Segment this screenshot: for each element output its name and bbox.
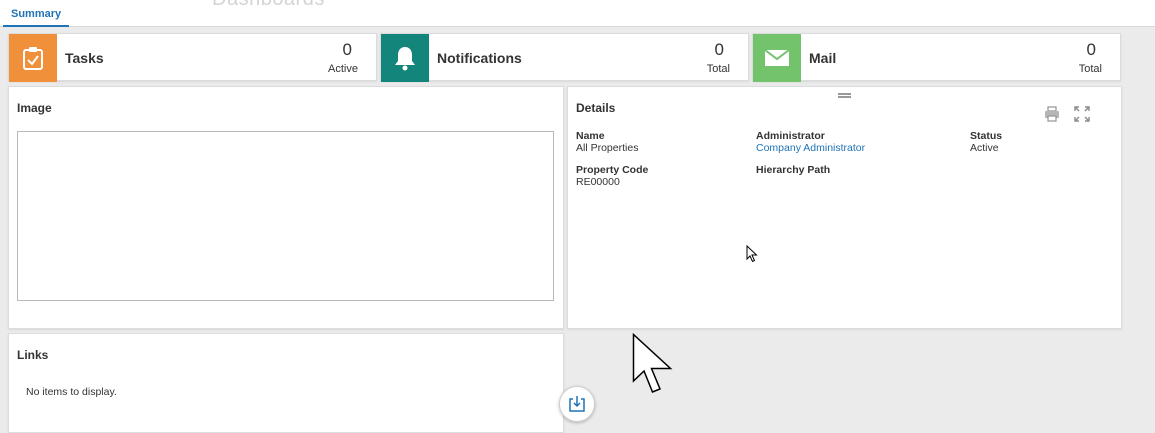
links-empty-message: No items to display. <box>26 386 117 398</box>
details-panel-title: Details <box>576 101 616 115</box>
property-code-value: RE00000 <box>576 176 620 188</box>
image-panel: Image <box>8 86 564 329</box>
mail-sub: Total <box>1078 63 1102 75</box>
drag-handle-icon[interactable] <box>838 93 851 98</box>
notifications-label: Notifications <box>437 50 522 66</box>
hierarchy-path-label: Hierarchy Path <box>756 164 831 176</box>
clipboard-check-icon <box>9 34 57 82</box>
export-button[interactable] <box>559 386 595 422</box>
mail-count: 0 <box>1086 40 1096 59</box>
mouse-cursor-icon <box>746 244 758 268</box>
property-code-label: Property Code <box>576 164 649 176</box>
bell-icon <box>381 34 429 82</box>
notifications-sub: Total <box>706 63 730 75</box>
expand-icon[interactable] <box>1073 105 1091 123</box>
tasks-label: Tasks <box>65 50 104 66</box>
administrator-link[interactable]: Company Administrator <box>756 142 865 154</box>
links-panel-title: Links <box>17 348 49 362</box>
details-panel: Details Name All Properties Administrato… <box>567 86 1122 329</box>
print-icon[interactable] <box>1043 105 1061 123</box>
large-mouse-cursor-icon <box>632 332 674 400</box>
name-value: All Properties <box>576 142 639 154</box>
status-value: Active <box>970 142 999 154</box>
tasks-count: 0 <box>342 40 352 59</box>
download-tray-icon <box>569 396 585 412</box>
status-label: Status <box>970 130 1003 142</box>
image-panel-title: Image <box>17 101 52 115</box>
notifications-tile[interactable]: Notifications 0 Total <box>380 33 749 82</box>
envelope-icon <box>753 34 801 82</box>
page-title-background: Dashboards <box>212 0 325 11</box>
tab-summary[interactable]: Summary <box>3 0 70 27</box>
mail-label: Mail <box>809 50 837 66</box>
image-placeholder <box>17 131 554 301</box>
administrator-label: Administrator <box>756 130 825 142</box>
tasks-tile[interactable]: Tasks 0 Active <box>8 33 377 82</box>
mail-tile[interactable]: Mail 0 Total <box>752 33 1121 82</box>
tab-bar: Dashboards Summary <box>0 0 1155 27</box>
tasks-sub: Active <box>328 63 358 75</box>
name-label: Name <box>576 130 605 142</box>
links-panel: Links No items to display. <box>8 333 564 433</box>
notifications-count: 0 <box>714 40 724 59</box>
